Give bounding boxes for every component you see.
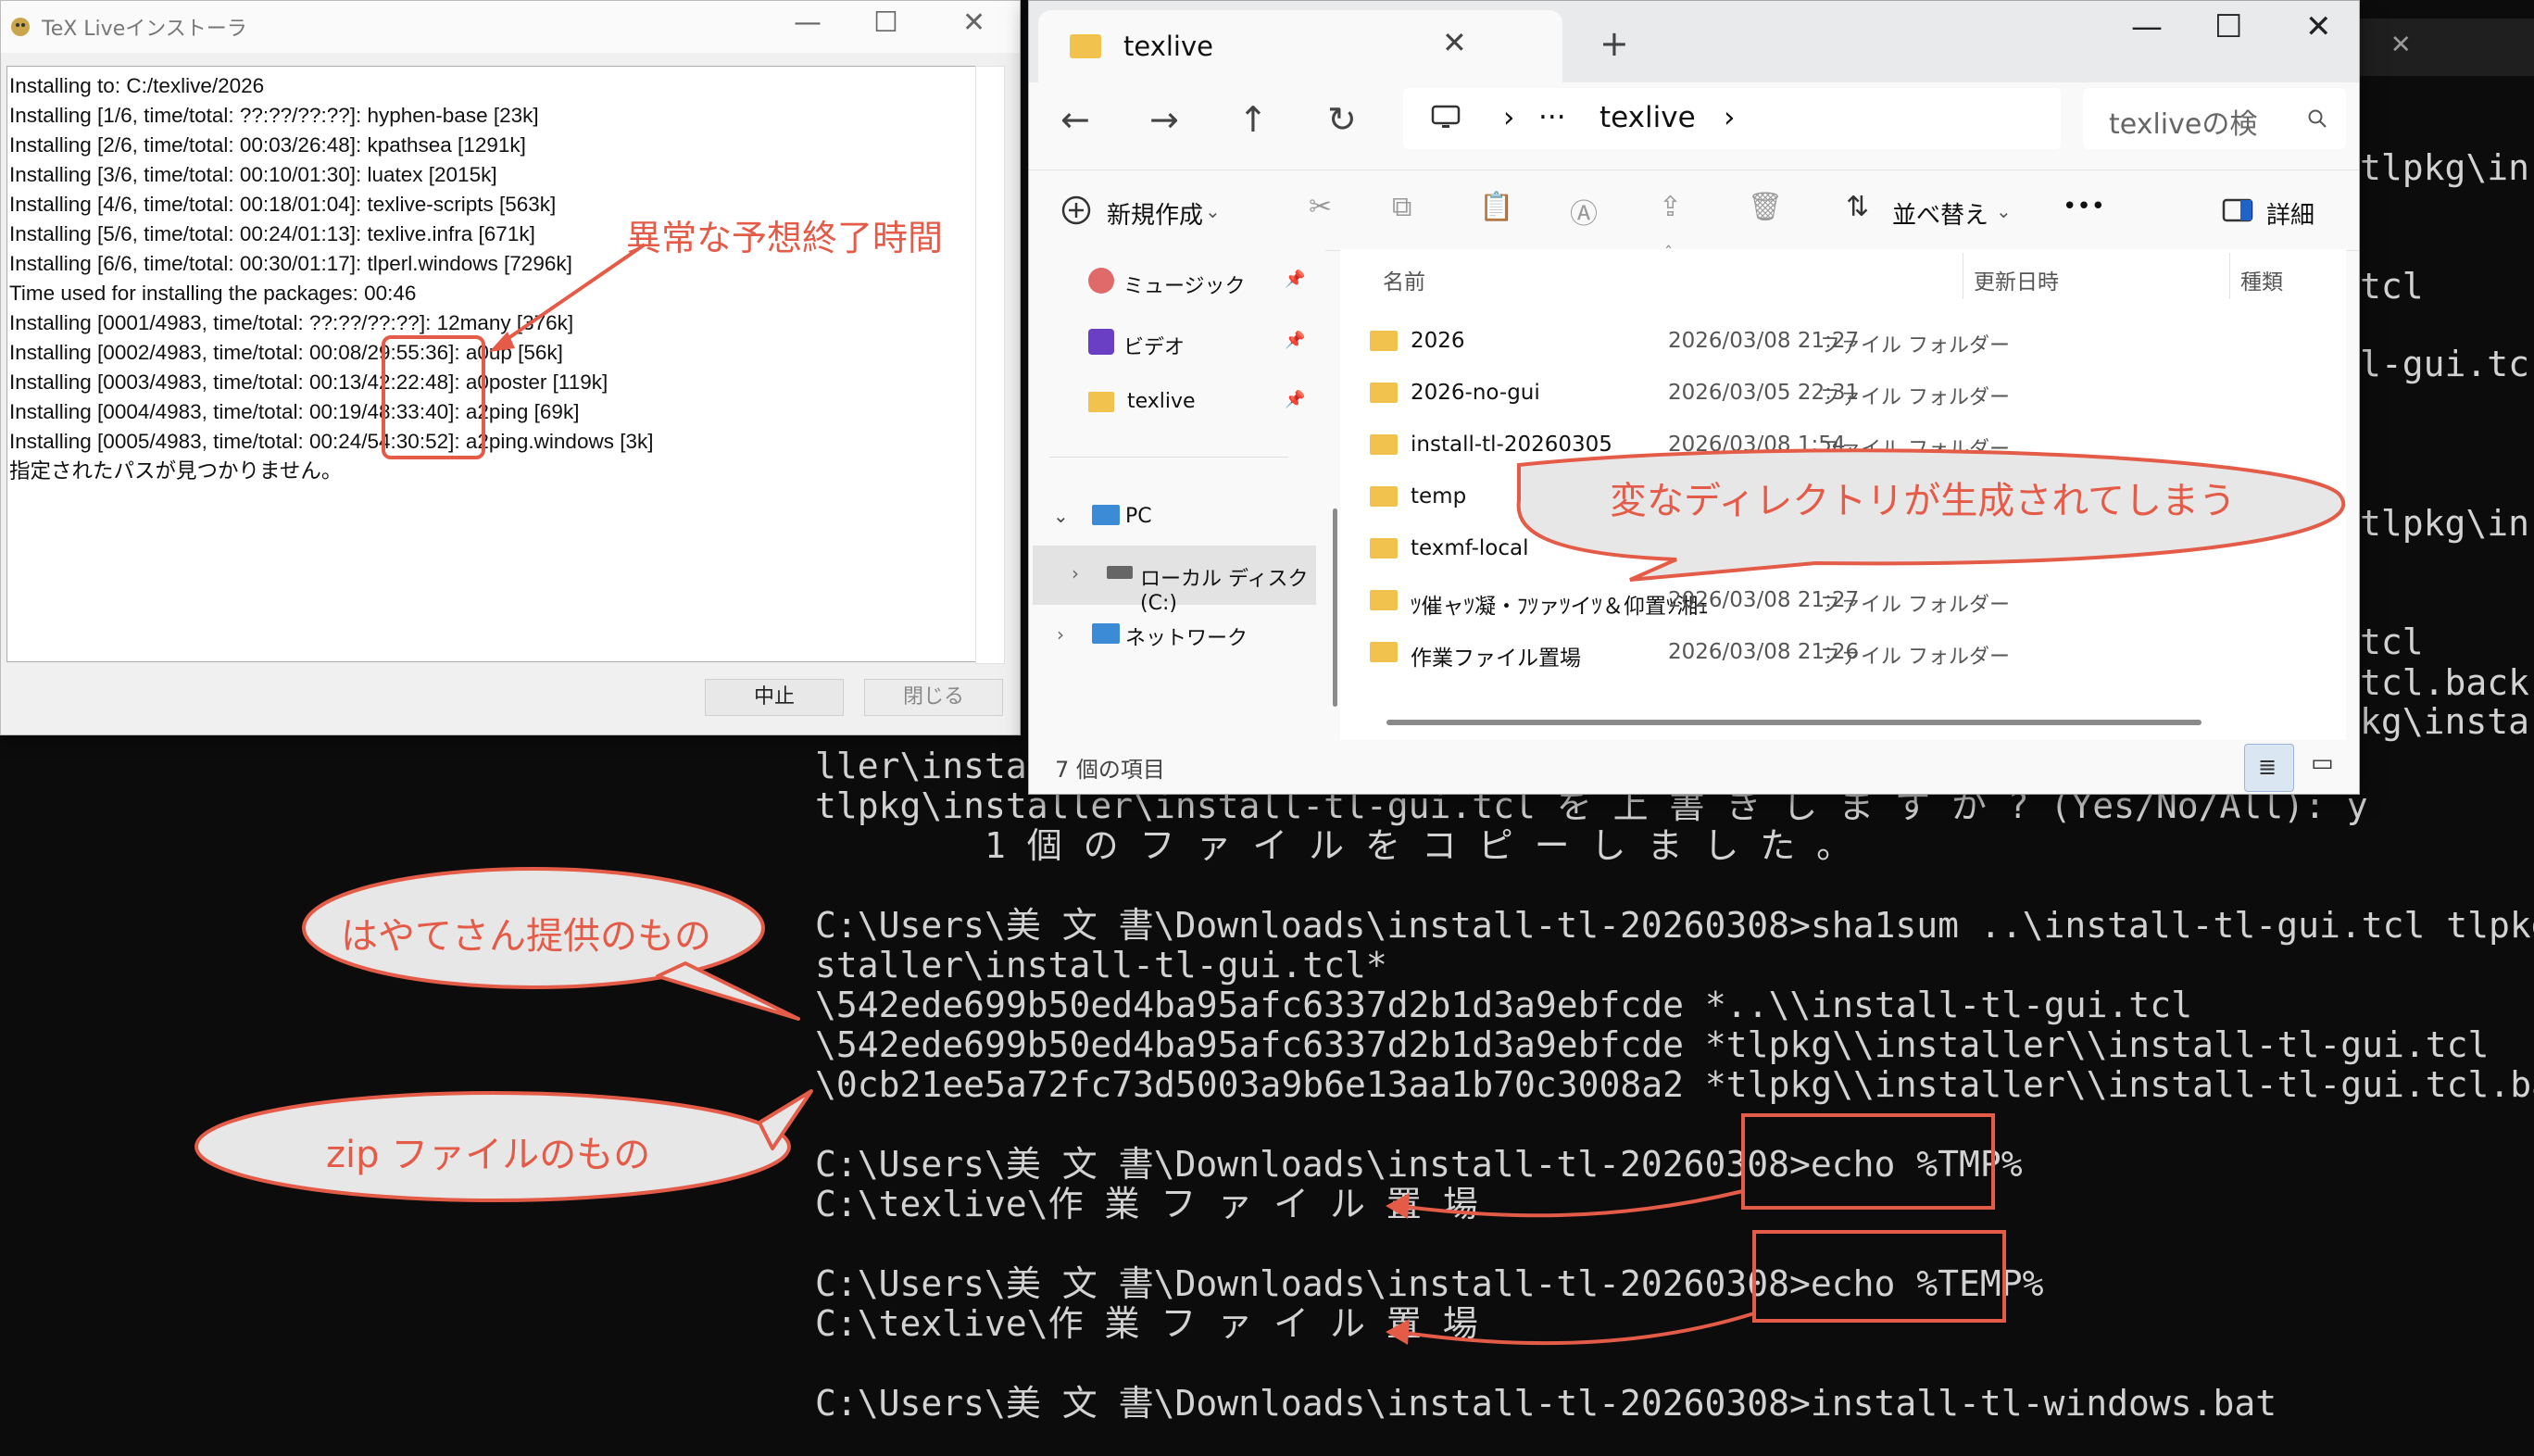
eta-annotation: 異常な予想終了時間	[626, 218, 944, 258]
hayate-annotation: はやてさん提供のもの	[341, 915, 711, 958]
zip-annotation: zip ファイルのもの	[326, 1134, 651, 1176]
tmp-arrow	[1386, 1189, 1744, 1219]
annotation-layer	[194, 243, 2346, 1346]
odd-dir-annotation: 変なディレクトリが生成されてしまう	[1610, 480, 2236, 522]
eta-highlight-box	[382, 335, 485, 459]
eta-arrow	[489, 243, 646, 352]
temp-arrow	[1386, 1312, 1755, 1346]
temp-highlight-box	[1752, 1230, 2006, 1323]
tmp-highlight-box	[1741, 1113, 1995, 1210]
